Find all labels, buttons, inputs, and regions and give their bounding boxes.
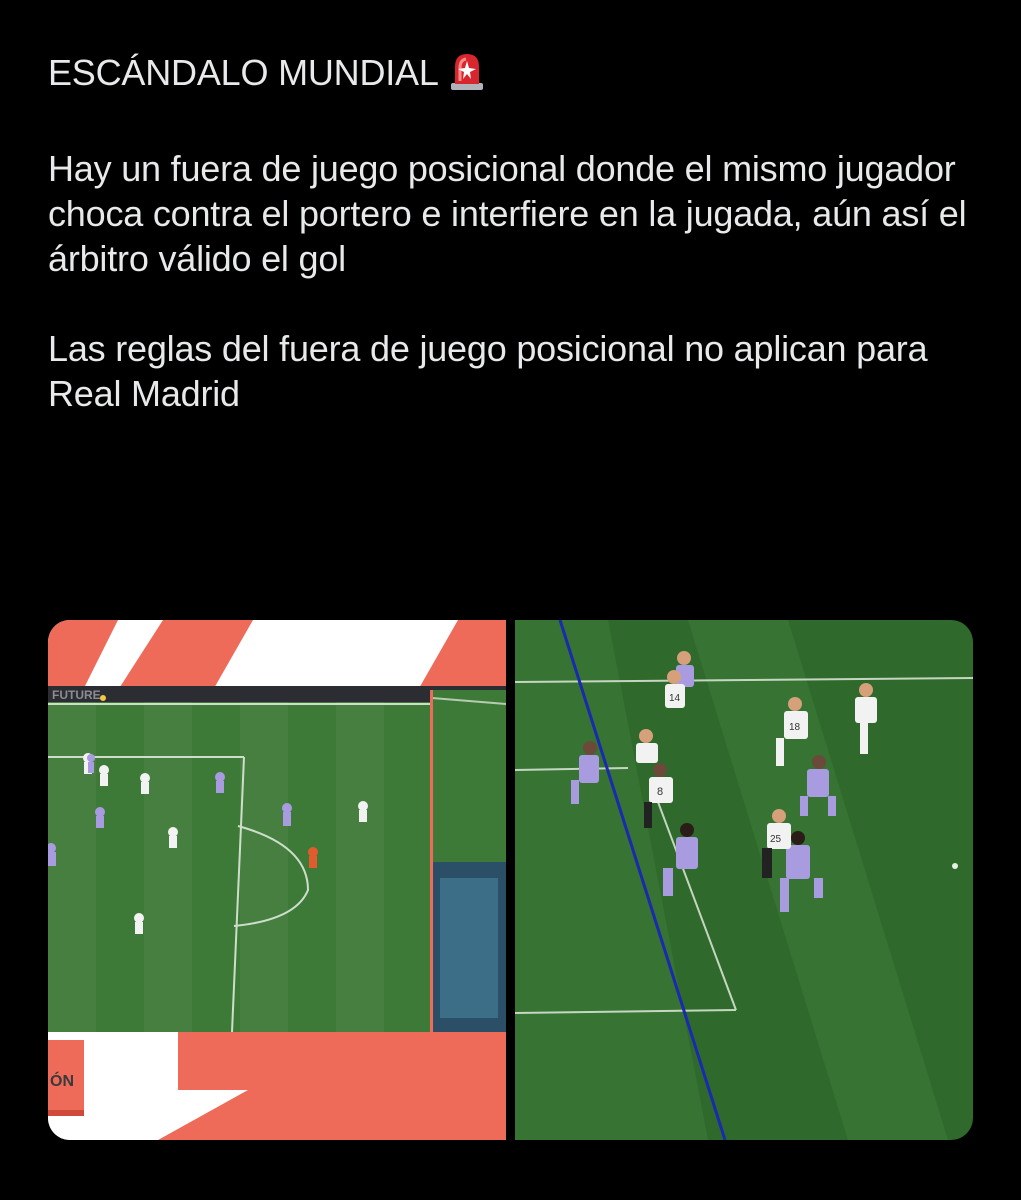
corner-text: ÓN	[50, 1071, 74, 1090]
shirt-number-4: 25	[770, 834, 782, 845]
tweet-media[interactable]: FUTURE ÓN 14 18 8 25	[48, 620, 973, 1140]
shirt-number-1: 14	[669, 693, 681, 704]
tweet-paragraph-1: Hay un fuera de juego posicional donde e…	[48, 148, 967, 279]
shirt-number-3: 8	[657, 786, 663, 798]
tweet-paragraph-2: Las reglas del fuera de juego posicional…	[48, 328, 928, 414]
board-text: FUTURE	[52, 688, 101, 702]
siren-emoji-icon	[449, 51, 485, 101]
headline-text: ESCÁNDALO MUNDIAL	[48, 52, 439, 93]
tweet-text: ESCÁNDALO MUNDIAL Hay un fuera de juego …	[48, 50, 978, 461]
right-image[interactable]: 14 18 8 25	[514, 620, 973, 1140]
tweet-headline: ESCÁNDALO MUNDIAL	[48, 50, 978, 101]
left-image[interactable]: FUTURE ÓN	[48, 620, 507, 1140]
shirt-number-2: 18	[789, 722, 801, 733]
